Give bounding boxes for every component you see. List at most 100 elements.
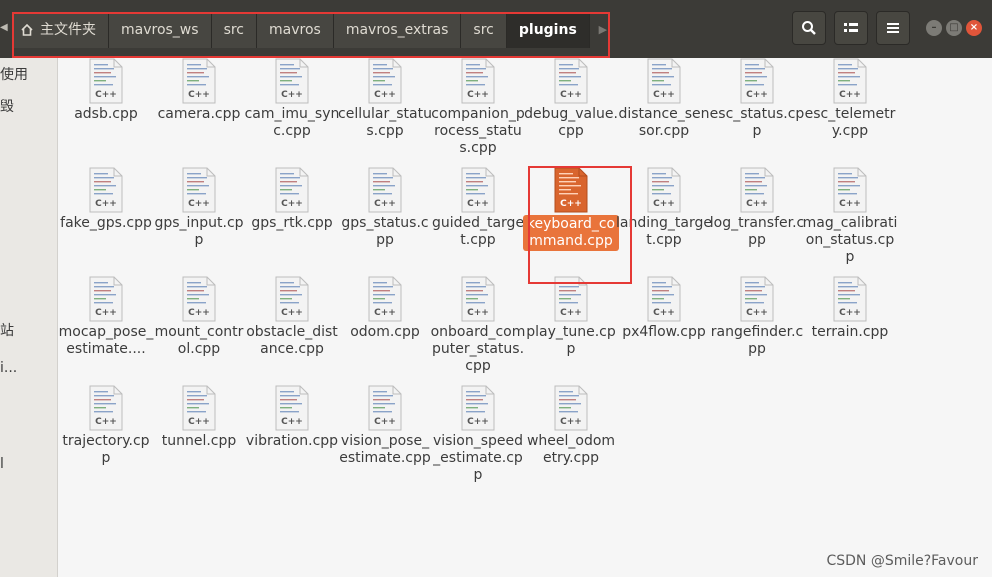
sidebar-item-label[interactable]: 站: [0, 320, 14, 340]
file-name: debug_value.cpp: [524, 106, 618, 139]
file-name: guided_target.cpp: [431, 215, 525, 248]
file-item[interactable]: C++ esc_status.cpp: [709, 58, 805, 140]
file-name: gps_input.cpp: [154, 215, 244, 248]
cpp-file-icon: C++: [275, 276, 309, 322]
breadcrumb-src-2[interactable]: src: [461, 12, 507, 48]
file-item[interactable]: C++ onboard_computer_status.cpp: [430, 276, 526, 375]
file-item[interactable]: C++ px4flow.cpp: [616, 276, 712, 341]
file-name: px4flow.cpp: [622, 324, 706, 340]
file-item[interactable]: C++ rangefinder.cpp: [709, 276, 805, 358]
cpp-icon-label: C++: [374, 417, 396, 427]
view-toggle-button[interactable]: [834, 11, 868, 45]
cpp-icon-label: C++: [746, 308, 768, 318]
cpp-icon-label: C++: [467, 308, 489, 318]
cpp-icon-label: C++: [653, 308, 675, 318]
file-item[interactable]: C++ cam_imu_sync.cpp: [244, 58, 340, 140]
cpp-icon-label: C++: [95, 199, 117, 209]
file-name: mag_calibration_status.cpp: [802, 215, 898, 265]
file-item[interactable]: C++ landing_target.cpp: [616, 167, 712, 249]
cpp-icon-label: C++: [188, 90, 210, 100]
breadcrumb-home[interactable]: 主文件夹: [12, 12, 109, 48]
file-item[interactable]: C++ adsb.cpp: [58, 58, 154, 123]
file-item[interactable]: C++ log_transfer.cpp: [709, 167, 805, 249]
cpp-icon-label: C++: [374, 90, 396, 100]
cpp-file-icon: C++: [368, 276, 402, 322]
file-item[interactable]: C++ vision_pose_estimate.cpp: [337, 385, 433, 467]
file-item[interactable]: C++ trajectory.cpp: [58, 385, 154, 467]
file-name: vision_speed_estimate.cpp: [432, 433, 524, 483]
hamburger-menu-icon: [887, 23, 899, 33]
cpp-file-icon: C++: [647, 276, 681, 322]
file-item[interactable]: C++ keyboard_command.cpp: [523, 167, 619, 251]
search-button[interactable]: [792, 11, 826, 45]
cpp-file-icon: C++: [461, 167, 495, 213]
header-bar: ◀ 主文件夹 mavros_ws src mavros mavros_extra…: [0, 0, 992, 58]
file-grid: C++ adsb.cpp C++ camera.cpp C++ cam_imu_sync.…: [58, 58, 992, 577]
file-item[interactable]: C++ vision_speed_estimate.cpp: [430, 385, 526, 484]
file-item[interactable]: C++ companion_process_status.cpp: [430, 58, 526, 157]
file-item[interactable]: C++ guided_target.cpp: [430, 167, 526, 249]
file-name: mount_control.cpp: [154, 324, 244, 357]
file-item[interactable]: C++ mag_calibration_status.cpp: [802, 167, 898, 266]
file-item[interactable]: C++ obstacle_distance.cpp: [244, 276, 340, 358]
breadcrumb-mavros-extras[interactable]: mavros_extras: [333, 12, 462, 48]
file-item[interactable]: C++ esc_telemetry.cpp: [802, 58, 898, 140]
sidebar-item-label[interactable]: 使用: [0, 64, 28, 84]
sidebar-item-label[interactable]: l: [0, 456, 4, 472]
file-item[interactable]: C++ gps_status.cpp: [337, 167, 433, 249]
cpp-icon-label: C++: [374, 308, 396, 318]
file-name: landing_target.cpp: [616, 215, 712, 248]
file-name: onboard_computer_status.cpp: [430, 324, 526, 374]
cpp-icon-label: C++: [95, 417, 117, 427]
file-item[interactable]: C++ wheel_odometry.cpp: [523, 385, 619, 467]
file-item[interactable]: C++ tunnel.cpp: [151, 385, 247, 450]
breadcrumb-src[interactable]: src: [211, 12, 258, 48]
file-item[interactable]: C++ debug_value.cpp: [523, 58, 619, 140]
file-name: rangefinder.cpp: [710, 324, 804, 357]
cpp-file-icon: C++: [554, 58, 588, 104]
file-item[interactable]: C++ odom.cpp: [337, 276, 433, 341]
cpp-file-icon: C++: [368, 167, 402, 213]
file-item[interactable]: C++ gps_input.cpp: [151, 167, 247, 249]
file-item[interactable]: C++ fake_gps.cpp: [58, 167, 154, 232]
file-name: distance_sensor.cpp: [618, 106, 710, 139]
cpp-file-icon: C++: [461, 385, 495, 431]
breadcrumb-plugins[interactable]: plugins: [506, 12, 590, 48]
file-item[interactable]: C++ camera.cpp: [151, 58, 247, 123]
cpp-icon-label: C++: [839, 308, 861, 318]
file-item[interactable]: C++ distance_sensor.cpp: [616, 58, 712, 140]
cpp-icon-label: C++: [281, 308, 303, 318]
maximize-icon[interactable]: □: [946, 20, 962, 36]
cpp-icon-label: C++: [839, 199, 861, 209]
file-name: adsb.cpp: [74, 106, 138, 122]
close-icon[interactable]: ×: [966, 20, 982, 36]
cpp-file-icon: C++: [275, 58, 309, 104]
file-name: esc_status.cpp: [709, 106, 805, 139]
menu-button[interactable]: [876, 11, 910, 45]
cpp-file-icon: C++: [740, 276, 774, 322]
file-item[interactable]: C++ mount_control.cpp: [151, 276, 247, 358]
back-arrow-icon[interactable]: ◀: [0, 22, 8, 33]
file-item[interactable]: C++ mocap_pose_estimate....: [58, 276, 154, 358]
cpp-icon-label: C++: [467, 199, 489, 209]
breadcrumb-mavros-ws[interactable]: mavros_ws: [109, 12, 212, 48]
cpp-file-icon: C++: [182, 167, 216, 213]
cpp-file-icon: C++: [554, 385, 588, 431]
file-item[interactable]: C++ vibration.cpp: [244, 385, 340, 450]
breadcrumb-next-icon[interactable]: ▶: [589, 12, 616, 48]
sidebar-item-label[interactable]: i...: [0, 360, 17, 376]
cpp-file-icon: C++: [182, 276, 216, 322]
cpp-icon-label: C++: [746, 199, 768, 209]
file-item[interactable]: C++ cellular_status.cpp: [337, 58, 433, 140]
sidebar-item-label[interactable]: 毁: [0, 96, 14, 116]
minimize-icon[interactable]: –: [926, 20, 942, 36]
home-icon: [21, 23, 33, 36]
file-item[interactable]: C++ gps_rtk.cpp: [244, 167, 340, 232]
cpp-file-icon: C++: [647, 58, 681, 104]
file-item[interactable]: C++ play_tune.cpp: [523, 276, 619, 358]
file-name: vision_pose_estimate.cpp: [339, 433, 431, 466]
file-name: cam_imu_sync.cpp: [244, 106, 340, 139]
file-item[interactable]: C++ terrain.cpp: [802, 276, 898, 341]
cpp-file-icon: C++: [89, 58, 123, 104]
breadcrumb-mavros[interactable]: mavros: [257, 12, 334, 48]
